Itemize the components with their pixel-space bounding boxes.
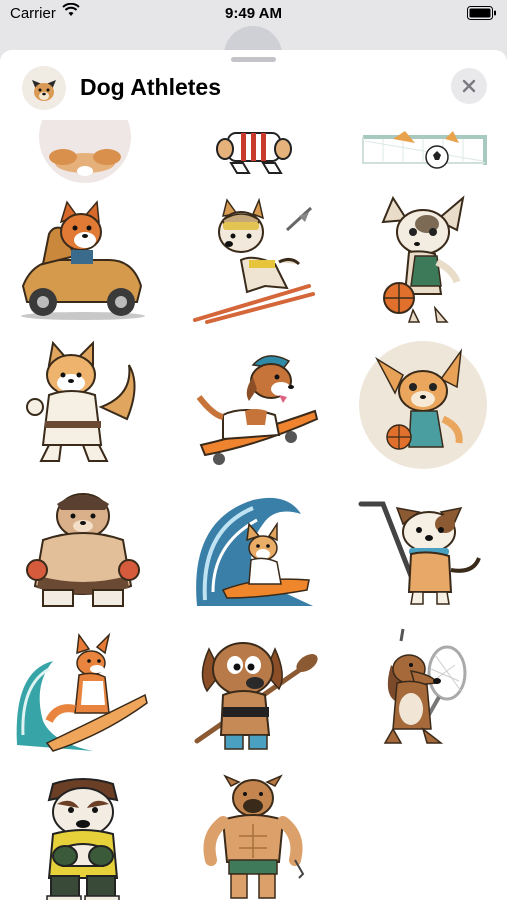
- sticker-row: [0, 480, 507, 620]
- sticker-row: [0, 190, 507, 330]
- sticker-row: [0, 625, 507, 765]
- sticker-husky-skiing[interactable]: [183, 190, 323, 330]
- close-icon: [462, 79, 476, 93]
- sticker-chihuahua-basketball-circle[interactable]: [353, 335, 493, 475]
- sticker-bulldog-boxer[interactable]: [13, 770, 153, 900]
- sticker-bulldog-sumo[interactable]: [13, 480, 153, 620]
- sticker-row: [0, 770, 507, 900]
- close-button[interactable]: [451, 68, 487, 104]
- sticker-beagle-skateboard[interactable]: [183, 335, 323, 475]
- sticker-dog-soccer-goal[interactable]: [353, 120, 493, 185]
- sticker-row: [0, 335, 507, 475]
- sticker-hound-paddle[interactable]: [183, 625, 323, 765]
- sticker-corgi-karate[interactable]: [13, 335, 153, 475]
- sheet-grabber[interactable]: [231, 57, 276, 62]
- sticker-hound-tennis-racket[interactable]: [353, 625, 493, 765]
- sticker-shiba-race-car[interactable]: [13, 190, 153, 330]
- sticker-row: [0, 120, 507, 185]
- sticker-dog-striped-shirt[interactable]: [183, 120, 323, 185]
- sticker-corgi-circle[interactable]: [13, 120, 153, 185]
- sticker-sheet: Dog Athletes: [0, 50, 507, 900]
- sticker-fox-dog-surfing[interactable]: [13, 625, 153, 765]
- sheet-header: Dog Athletes: [0, 64, 507, 114]
- sticker-chihuahua-basketball[interactable]: [353, 190, 493, 330]
- sticker-boxer-muscle[interactable]: [183, 770, 323, 900]
- sticker-corgi-surfing-wave[interactable]: [183, 480, 323, 620]
- battery-icon: [467, 6, 497, 24]
- dog-athletes-app-icon: [22, 66, 66, 110]
- sticker-grid: [0, 120, 507, 900]
- clock: 9:49 AM: [225, 5, 282, 22]
- sheet-title: Dog Athletes: [80, 74, 221, 100]
- sticker-dog-hockey[interactable]: [353, 480, 493, 620]
